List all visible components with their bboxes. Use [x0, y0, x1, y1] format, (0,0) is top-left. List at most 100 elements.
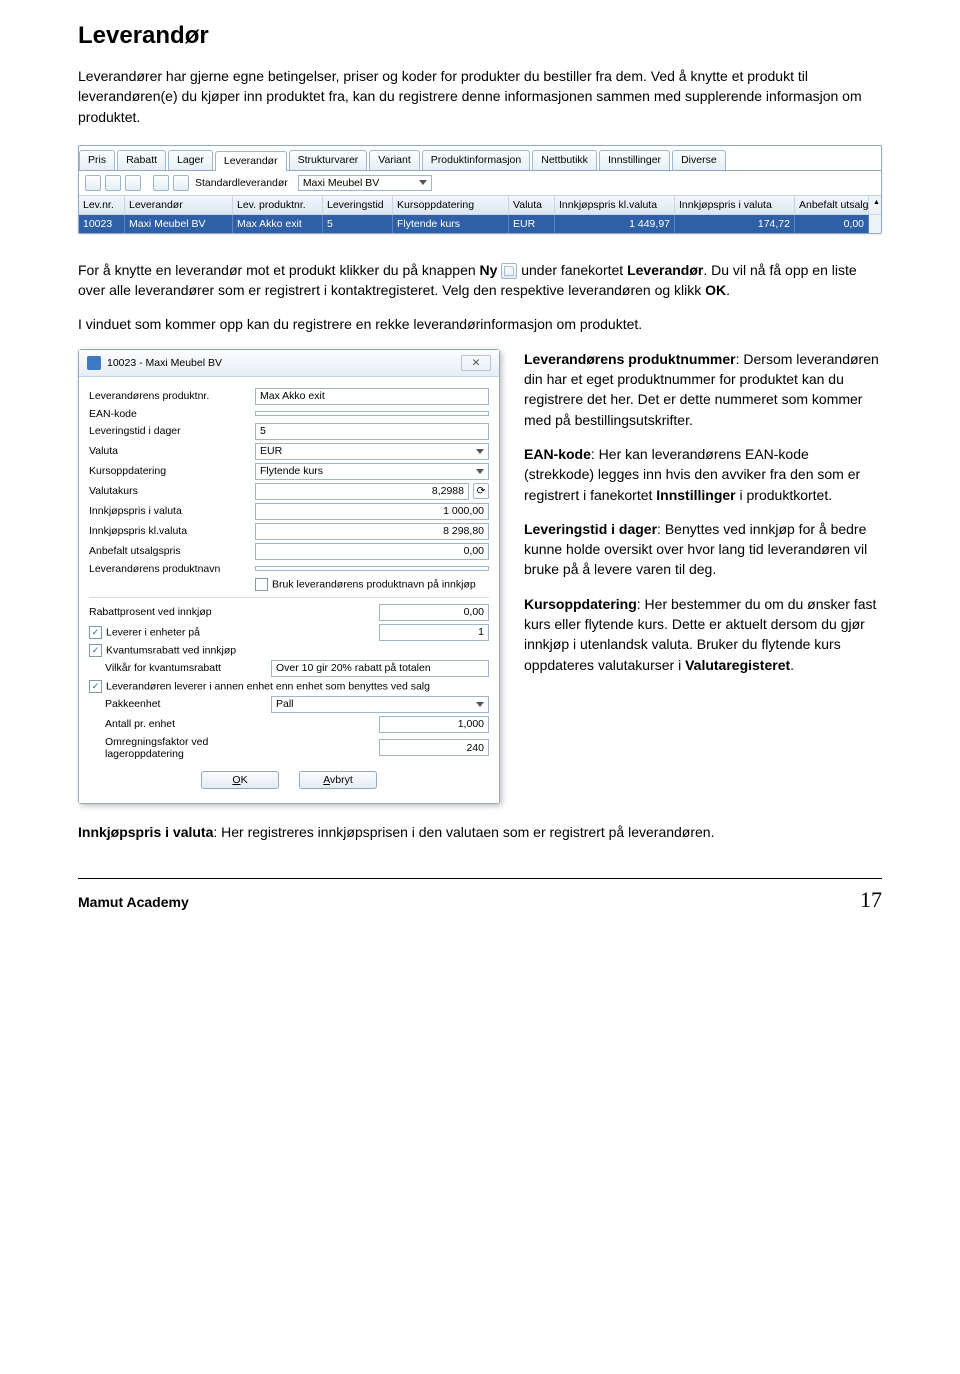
leverer-value-input[interactable]: 1: [379, 624, 489, 641]
grid-header-row: Lev.nr.LeverandørLev. produktnr.Levering…: [79, 195, 881, 215]
new-icon[interactable]: [85, 175, 101, 191]
footer-brand: Mamut Academy: [78, 894, 189, 910]
checkbox-label: Kvantumsrabatt ved innkjøp: [106, 644, 236, 656]
cell: 10023: [79, 215, 125, 233]
desc-ean: EAN-kode: Her kan leverandørens EAN-kode…: [524, 444, 882, 505]
chevron-down-icon: [476, 702, 484, 707]
scroll-up-icon[interactable]: ▲: [869, 196, 881, 214]
field-label: Leverandørens produktnr.: [89, 390, 249, 402]
tab-rabatt[interactable]: Rabatt: [117, 150, 166, 170]
col-header[interactable]: Valuta: [509, 196, 555, 214]
field-label: Innkjøpspris i valuta: [89, 505, 249, 517]
antall-input[interactable]: 1,000: [379, 716, 489, 733]
desc-kursoppdatering: Kursoppdatering: Her bestemmer du om du …: [524, 594, 882, 675]
tab-lager[interactable]: Lager: [168, 150, 213, 170]
delete-icon[interactable]: [125, 175, 141, 191]
cell: 1 449,97: [555, 215, 675, 233]
checkbox-annen-enhet[interactable]: [89, 680, 102, 693]
tab-variant[interactable]: Variant: [369, 150, 420, 170]
field-label: Rabattprosent ved innkjøp: [89, 606, 249, 618]
field-label: Leverandørens produktnavn: [89, 563, 249, 575]
scrollbar-track[interactable]: [869, 215, 881, 233]
cell: Maxi Meubel BV: [125, 215, 233, 233]
chevron-down-icon: [476, 469, 484, 474]
field-label: Pakkeenhet: [89, 698, 265, 710]
page-footer: Mamut Academy 17: [78, 878, 882, 913]
tool-icon-b[interactable]: [173, 175, 189, 191]
col-header[interactable]: Anbefalt utsalgspris: [795, 196, 869, 214]
text-input[interactable]: [255, 411, 489, 416]
supplier-product-dialog: 10023 - Maxi Meubel BV ✕ Leverandørens p…: [78, 349, 500, 804]
refresh-icon[interactable]: ⟳: [473, 483, 489, 499]
desc-produktnummer: Leverandørens produktnummer: Dersom leve…: [524, 349, 882, 430]
text-input[interactable]: 5: [255, 423, 489, 440]
field-label: Antall pr. enhet: [89, 718, 265, 730]
tab-produktinformasjon[interactable]: Produktinformasjon: [422, 150, 530, 170]
edit-icon[interactable]: [105, 175, 121, 191]
field-label: Anbefalt utsalgspris: [89, 545, 249, 557]
dialog-title-text: 10023 - Maxi Meubel BV: [107, 357, 222, 369]
text-input[interactable]: 8 298,80: [255, 523, 489, 540]
mid-paragraph-1: For å knytte en leverandør mot et produk…: [78, 260, 882, 301]
desc-innkjopspris: Innkjøpspris i valuta: Her registreres i…: [78, 822, 882, 842]
chevron-down-icon: [476, 449, 484, 454]
std-supplier-value: Maxi Meubel BV: [303, 177, 379, 189]
text-input[interactable]: [255, 566, 489, 571]
std-supplier-label: Standardleverandør: [195, 177, 288, 189]
field-label: Kursoppdatering: [89, 465, 249, 477]
field-label: Valutakurs: [89, 485, 249, 497]
text-input[interactable]: 1 000,00: [255, 503, 489, 520]
cell: 0,00: [795, 215, 869, 233]
col-header[interactable]: Lev. produktnr.: [233, 196, 323, 214]
rabatt-input[interactable]: 0,00: [379, 604, 489, 621]
col-header[interactable]: Leverandør: [125, 196, 233, 214]
col-header[interactable]: Innkjøpspris kl.valuta: [555, 196, 675, 214]
field-label: EAN-kode: [89, 408, 249, 420]
cell: 174,72: [675, 215, 795, 233]
col-header[interactable]: Kursoppdatering: [393, 196, 509, 214]
field-label: Vilkår for kvantumsrabatt: [89, 662, 265, 674]
checkbox-bruk-produktnavn[interactable]: [255, 578, 268, 591]
tab-innstillinger[interactable]: Innstillinger: [599, 150, 670, 170]
text-input[interactable]: 8,2988: [255, 483, 469, 500]
tool-icon-a[interactable]: [153, 175, 169, 191]
checkbox-label: Leverandøren leverer i annen enhet enn e…: [106, 680, 430, 692]
tab-strukturvarer[interactable]: Strukturvarer: [289, 150, 368, 170]
cell: EUR: [509, 215, 555, 233]
checkbox-kvantumsrabatt[interactable]: [89, 644, 102, 657]
app-icon: [87, 356, 101, 370]
col-header[interactable]: Lev.nr.: [79, 196, 125, 214]
supplier-tab-panel: PrisRabattLagerLeverandørStrukturvarerVa…: [78, 145, 882, 234]
field-label: Leveringstid i dager: [89, 425, 249, 437]
field-label: Innkjøpspris kl.valuta: [89, 525, 249, 537]
close-icon[interactable]: ✕: [461, 355, 491, 371]
std-supplier-select[interactable]: Maxi Meubel BV: [298, 175, 432, 191]
footer-page-number: 17: [860, 887, 882, 913]
ok-button[interactable]: OK: [201, 771, 279, 789]
text-input[interactable]: 0,00: [255, 543, 489, 560]
tab-nettbutikk[interactable]: Nettbutikk: [532, 150, 597, 170]
tab-strip: PrisRabattLagerLeverandørStrukturvarerVa…: [79, 146, 881, 171]
omregning-input[interactable]: 240: [379, 739, 489, 756]
desc-leveringstid: Leveringstid i dager: Benyttes ved innkj…: [524, 519, 882, 580]
grid-data-row[interactable]: 10023Maxi Meubel BVMax Akko exit5Flytend…: [79, 215, 881, 233]
col-header[interactable]: Leveringstid: [323, 196, 393, 214]
page-heading: Leverandør: [78, 22, 882, 50]
cell: 5: [323, 215, 393, 233]
checkbox-leverer-enheter[interactable]: [89, 626, 102, 639]
cell: Max Akko exit: [233, 215, 323, 233]
cell: Flytende kurs: [393, 215, 509, 233]
tab-diverse[interactable]: Diverse: [672, 150, 726, 170]
select-input[interactable]: EUR: [255, 443, 489, 460]
mid-paragraph-2: I vinduet som kommer opp kan du registre…: [78, 314, 882, 334]
pakkeenhet-select[interactable]: Pall: [271, 696, 489, 713]
cancel-button[interactable]: Avbryt: [299, 771, 377, 789]
field-label: Valuta: [89, 445, 249, 457]
text-input[interactable]: Max Akko exit: [255, 388, 489, 405]
select-input[interactable]: Flytende kurs: [255, 463, 489, 480]
col-header[interactable]: Innkjøpspris i valuta: [675, 196, 795, 214]
vilkaar-input[interactable]: Over 10 gir 20% rabatt på totalen: [271, 660, 489, 677]
tab-pris[interactable]: Pris: [79, 150, 115, 170]
chevron-down-icon: [419, 180, 427, 185]
tab-leverandør[interactable]: Leverandør: [215, 151, 287, 171]
